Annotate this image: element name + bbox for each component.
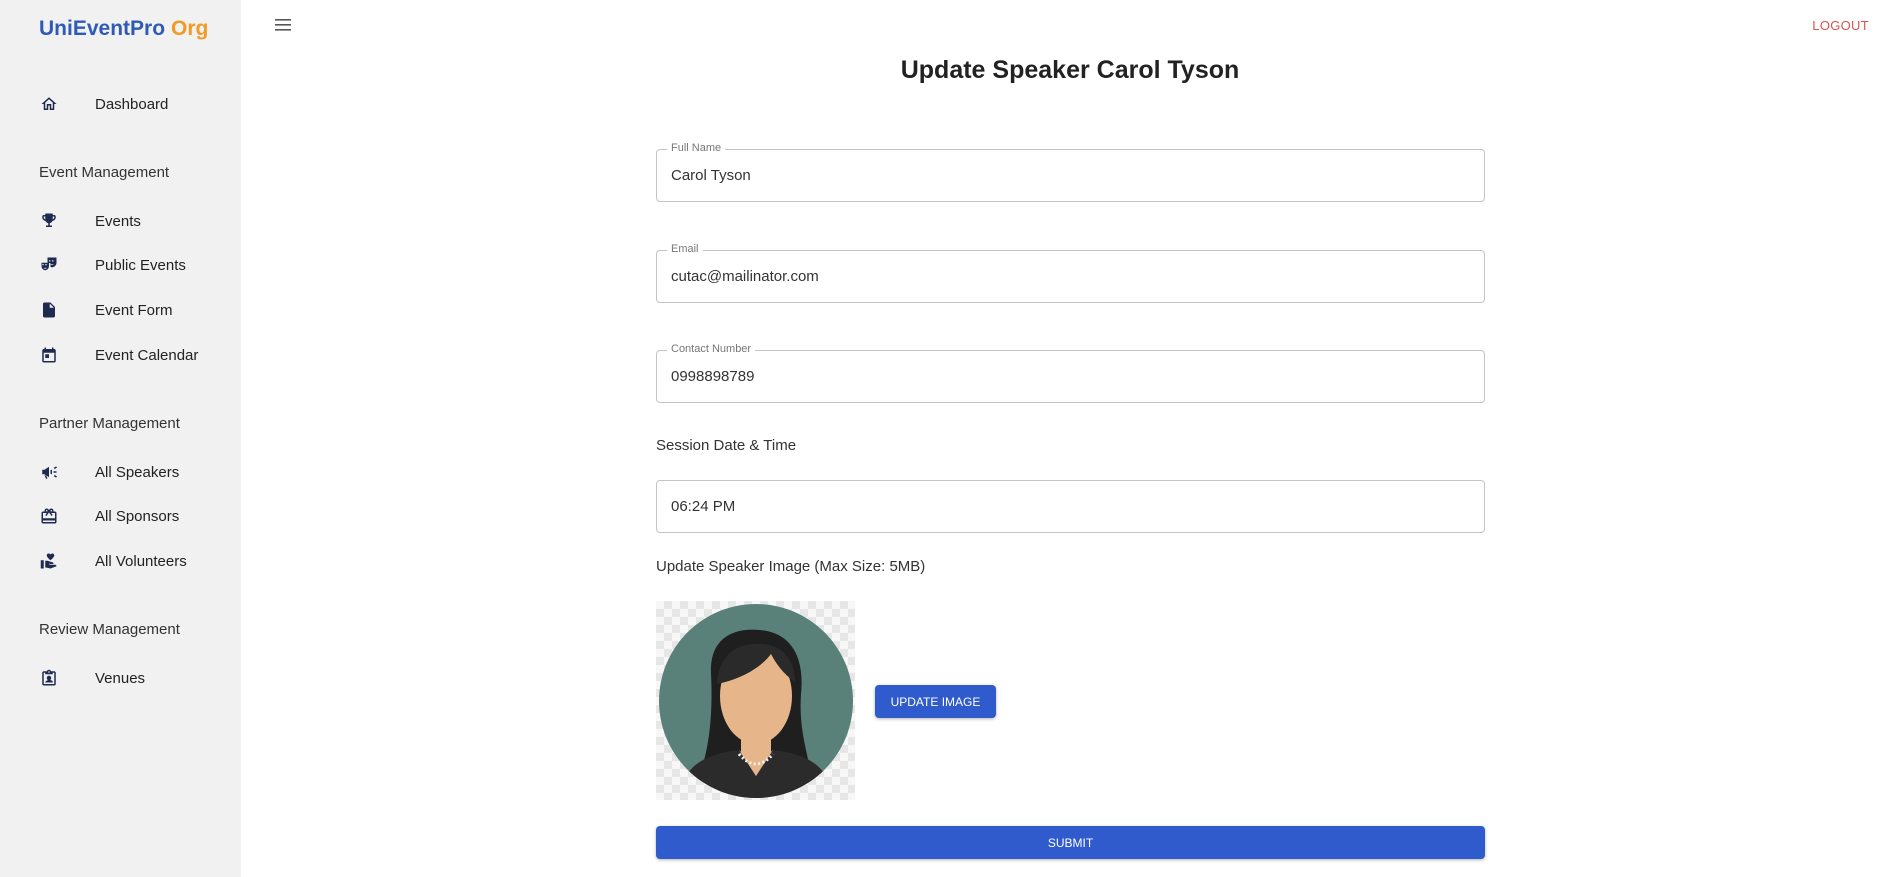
id-badge-icon [40,669,58,687]
contact-number-value: 0998898789 [671,368,755,385]
sidebar-item-label: Venues [95,669,146,687]
sidebar-item-label: All Speakers [95,463,180,481]
sidebar-item-public-events[interactable]: Public Events [0,247,241,283]
full-name-field[interactable]: Full Name Carol Tyson [656,142,1485,202]
file-icon [40,301,58,319]
logout-button[interactable]: LOGOUT [1812,18,1869,33]
sidebar-item-all-speakers[interactable]: All Speakers [0,454,241,490]
full-name-value: Carol Tyson [671,167,751,184]
brand-name-primary: UniEventPro [39,17,166,40]
speaker-image-preview [656,601,855,800]
sidebar-item-label: All Sponsors [95,507,180,525]
trophy-icon [40,212,58,230]
email-label: Email [667,243,703,255]
update-image-button[interactable]: UPDATE IMAGE [875,685,996,718]
sidebar-item-events[interactable]: Events [0,203,241,239]
full-name-label: Full Name [667,142,726,154]
sidebar: UniEventPro Org Dashboard Event Managemen… [0,0,241,877]
gift-icon [40,507,58,525]
submit-button[interactable]: SUBMIT [656,826,1485,859]
contact-number-field[interactable]: Contact Number 0998898789 [656,343,1485,403]
sidebar-item-event-form[interactable]: Event Form [0,292,241,328]
brand-name-secondary: Org [171,17,209,40]
theater-masks-icon [40,256,58,274]
sidebar-item-venues[interactable]: Venues [0,660,241,696]
section-title-partner-management: Partner Management [39,415,180,432]
speaker-avatar-image [659,604,853,798]
sidebar-item-label: Public Events [95,256,186,274]
sidebar-item-label: Event Form [95,301,173,319]
contact-number-label: Contact Number [667,343,756,355]
session-date-time-field[interactable]: 06:24 PM [656,480,1485,533]
sidebar-item-label: Event Calendar [95,346,199,364]
section-title-event-management: Event Management [39,164,170,181]
email-field[interactable]: Email cutac@mailinator.com [656,243,1485,303]
sidebar-item-event-calendar[interactable]: Event Calendar [0,337,241,373]
menu-toggle-button[interactable] [274,16,294,34]
calendar-icon [40,346,58,364]
page-title: Update Speaker Carol Tyson [900,56,1240,84]
hand-heart-icon [40,552,58,570]
email-value: cutac@mailinator.com [671,268,819,285]
hamburger-icon [275,19,291,31]
megaphone-icon [40,463,58,481]
sidebar-item-label: All Volunteers [95,552,187,570]
session-date-time-value: 06:24 PM [671,498,736,515]
brand-logo[interactable]: UniEventPro Org [39,17,208,41]
home-icon [40,95,58,113]
sidebar-item-all-volunteers[interactable]: All Volunteers [0,543,241,579]
sidebar-item-all-sponsors[interactable]: All Sponsors [0,498,241,534]
section-title-review-management: Review Management [39,621,180,638]
session-date-time-label: Session Date & Time [656,437,797,454]
speaker-image-label: Update Speaker Image (Max Size: 5MB) [656,558,926,575]
sidebar-item-label: Dashboard [95,95,169,113]
sidebar-item-dashboard[interactable]: Dashboard [0,86,241,122]
sidebar-item-label: Events [95,212,141,230]
